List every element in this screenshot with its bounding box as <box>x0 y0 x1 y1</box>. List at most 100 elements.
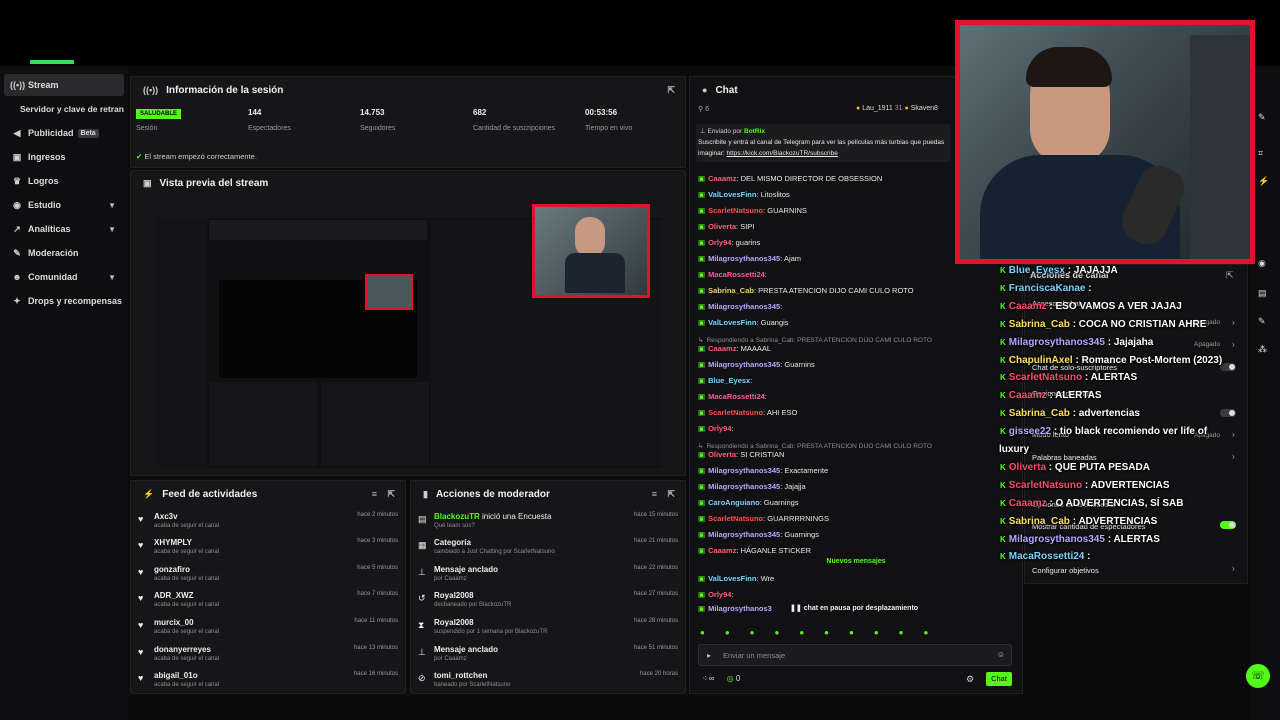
chat-message[interactable]: ▣ Caaamz: MAAAAL <box>698 344 771 353</box>
list-item[interactable]: ♥ donanyerreyes acaba de seguir el canal ha… <box>130 641 406 668</box>
chat-username[interactable]: ScarletNatsuno <box>708 514 763 523</box>
chat-username[interactable]: Oliverta <box>708 450 736 459</box>
chat-username[interactable]: Caaamz <box>708 174 736 183</box>
chat-message[interactable]: ▣ Milagrosythanos345: Exactamente <box>698 466 828 475</box>
overlay-chat-line[interactable]: K MacaRossetti24 : <box>1000 551 1090 562</box>
sidebar-item-studio[interactable]: ◉ Estudio ▼ <box>4 194 124 216</box>
popout-icon[interactable]: ⇱ <box>387 489 395 500</box>
chat-username[interactable]: ScarletNatsuno <box>708 408 763 417</box>
chat-username[interactable]: MacaRossetti24 <box>708 270 765 279</box>
chat-message[interactable]: ▣ ScarletNatsuno: GUARRRRNINGS <box>698 514 829 523</box>
top-gifters[interactable]: ● Lau_1911 31 ● Skaven8 <box>856 105 938 112</box>
chat-message[interactable]: ▣ Caaamz: HÁGANLE STICKER <box>698 546 811 555</box>
chat-paused-notice[interactable]: ❚❚ chat en pausa por desplazamiento <box>790 604 918 612</box>
send-chat-button[interactable]: Chat <box>986 672 1012 686</box>
sidebar-item-community[interactable]: ☻ Comunidad ▼ <box>4 266 124 288</box>
subs-only-toggle[interactable] <box>1220 363 1236 371</box>
list-item[interactable]: ↺ Royal2008 desbaneado por BlackozuTR hace … <box>410 587 686 614</box>
chat-message[interactable]: ▣ ScarletNatsuno: GUARNINS <box>698 206 807 215</box>
broadcast-icon[interactable]: ◉ <box>1258 258 1266 269</box>
overlay-chat-line[interactable]: Kgissee22 : tio black recomiendo ver lif… <box>1000 426 1207 437</box>
sidebar-item-income[interactable]: ▣ Ingresos <box>4 146 124 168</box>
overlay-chat-line[interactable]: K ChapulinAxel : Romance Post-Mortem (202… <box>1000 355 1222 366</box>
popout-icon[interactable]: ⇱ <box>667 489 675 500</box>
chat-username[interactable]: Milagrosythanos3 <box>708 604 772 613</box>
chat-username[interactable]: ValLovesFinn <box>708 190 756 199</box>
chat-username[interactable]: ScarletNatsuno <box>708 206 763 215</box>
chat-username[interactable]: Caaamz <box>1009 498 1047 509</box>
flash-icon[interactable]: ⚡ <box>1258 176 1269 187</box>
overlay-chat-line[interactable]: K Milagrosythanos345 : ALERTAS <box>1000 534 1160 545</box>
layout-icon[interactable]: ▤ <box>1258 288 1267 299</box>
chat-username[interactable]: Milagrosythanos345 <box>708 254 780 263</box>
filter-icon[interactable]: ≡ <box>372 489 377 499</box>
sidebar-item-drops[interactable]: ✦ Drops y recompensas <box>4 290 124 312</box>
overlay-chat-line[interactable]: K Sabrina_Cab : COCA NO CRISTIAN AHRE <box>1000 319 1206 330</box>
gear-icon[interactable]: ⚙ <box>966 674 974 685</box>
new-messages-divider[interactable]: Nuevos mensajes <box>696 558 1016 568</box>
wrench-icon[interactable]: ✎ <box>1258 316 1266 327</box>
chat-username[interactable]: Sabrina_Cab <box>1009 408 1070 419</box>
chat-username[interactable]: Milagrosythanos345 <box>708 360 780 369</box>
chat-message[interactable]: ▣ Orly94: guarins <box>698 238 760 247</box>
overlay-chat-line[interactable]: K Sabrina_Cab : advertencias <box>1000 408 1140 419</box>
overlay-chat-line[interactable]: luxury <box>999 444 1029 455</box>
chat-username[interactable]: Oliverta <box>708 222 736 231</box>
chat-username[interactable]: Orly94 <box>708 590 731 599</box>
overlay-chat-line[interactable]: K Blue_Eyesx : JAJAJJA <box>1000 265 1118 276</box>
chat-username[interactable]: CaroAnguiano <box>708 498 760 507</box>
chat-username[interactable]: Milagrosythanos345 <box>708 530 780 539</box>
chat-message[interactable]: ▣ Oliverta: SI CRISTIAN <box>698 450 784 459</box>
list-item[interactable]: ⊥ Mensaje anclado por Caaamz hace 22 minuto… <box>410 561 686 588</box>
crop-icon[interactable]: ⌗ <box>1258 148 1263 159</box>
sidebar-item-advertising[interactable]: ◀ Publicidad Beta <box>4 122 124 144</box>
chat-username[interactable]: Caaamz <box>708 344 736 353</box>
chat-message[interactable]: ↳ Respondiendo a Sabrina_Cab: PRESTA ATEN… <box>698 442 932 450</box>
chat-username[interactable]: Sabrina_Cab <box>1009 319 1070 330</box>
chat-message[interactable]: ▣ ValLovesFinn: Guangis <box>698 318 789 327</box>
nodes-icon[interactable]: ⁂ <box>1258 344 1267 355</box>
list-item[interactable]: ♥ ADR_XWZ acaba de seguir el canal hace 7 m… <box>130 587 406 614</box>
chat-username[interactable]: MacaRossetti24 <box>1009 551 1085 562</box>
chat-username[interactable]: ValLovesFinn <box>708 318 756 327</box>
list-item[interactable]: ♥ abigail_01o acaba de seguir el canal hace… <box>130 667 406 694</box>
chat-message[interactable]: ▣ Milagrosythanos345: Guarnings <box>698 530 819 539</box>
sidebar-item-moderation[interactable]: ✎ Moderación <box>4 242 124 264</box>
list-item[interactable]: ♥ XHYMPLY acaba de seguir el canal hace 3 m… <box>130 534 406 561</box>
sidebar-item-analytics[interactable]: ↗ Analíticas ▼ <box>4 218 124 240</box>
filter-icon[interactable]: ≡ <box>652 489 657 499</box>
chat-message[interactable]: ▣ Milagrosythanos3 <box>698 604 772 613</box>
chat-username[interactable]: Milagrosythanos345 <box>708 482 780 491</box>
chat-username[interactable]: Milagrosythanos345 <box>708 466 780 475</box>
list-item[interactable]: ⊥ Mensaje anclado por Caaamz hace 51 minuto… <box>410 641 686 668</box>
chat-message[interactable]: ▣ CaroAnguiano: Guarnings <box>698 498 799 507</box>
chat-message[interactable]: ▣ Milagrosythanos345: Ajam <box>698 254 801 263</box>
chat-username[interactable]: Milagrosythanos345 <box>1009 534 1105 545</box>
sidebar-item-stream[interactable]: ((•)) Stream <box>4 74 124 96</box>
chat-message[interactable]: ▣ MacaRossetti24: <box>698 392 767 401</box>
chat-message[interactable]: ↳ Respondiendo a Sabrina_Cab: PRESTA ATEN… <box>698 336 932 344</box>
popout-icon[interactable]: ⇱ <box>667 85 675 96</box>
list-item[interactable]: ▤ BlackozuTR inició una Encuesta Qué team … <box>410 508 686 535</box>
chat-username[interactable]: Oliverta <box>1009 462 1046 473</box>
chat-input[interactable]: ▸ Enviar un mensaje ☺ <box>698 644 1012 666</box>
chat-username[interactable]: Caaamz <box>708 546 736 555</box>
overlay-chat-line[interactable]: K Milagrosythanos345 : Jajajaha <box>1000 337 1153 348</box>
channel-action-banned-words[interactable]: Palabras baneadas <box>1032 453 1097 462</box>
kick-logo[interactable] <box>30 60 74 64</box>
emote-row[interactable]: ●●●●●●●●●● <box>700 628 1016 640</box>
chat-message[interactable]: ▣ ValLovesFinn: Wre <box>698 574 774 583</box>
list-item[interactable]: ♥ gonzafiro acaba de seguir el canal hace 5… <box>130 561 406 588</box>
list-item[interactable]: ♥ Axc3v acaba de seguir el canal hace 2 min… <box>130 508 406 535</box>
slow-mode-toggle[interactable] <box>1220 409 1236 417</box>
chat-username[interactable]: Sabrina_Cab <box>1009 516 1070 527</box>
sidebar-item-server-key[interactable]: Servidor y clave de retransmisión <box>4 98 124 120</box>
chat-username[interactable]: Caaamz <box>1009 301 1047 312</box>
chat-message[interactable]: ▣ ValLovesFinn: Litoslitos <box>698 190 790 199</box>
chat-username[interactable]: Blue_Eyesx <box>1009 265 1065 276</box>
list-item[interactable]: ⧗ Royal2008 suspendido por 1 semana por Bl… <box>410 614 686 641</box>
overlay-chat-line[interactable]: K ScarletNatsuno : ADVERTENCIAS <box>1000 480 1170 491</box>
list-item[interactable]: ♥ murcix_00 acaba de seguir el canal hace 1… <box>130 614 406 641</box>
overlay-chat-line[interactable]: K Oliverta : QUE PUTA PESADA <box>1000 462 1150 473</box>
chat-username[interactable]: Blue_Eyesx <box>708 376 750 385</box>
